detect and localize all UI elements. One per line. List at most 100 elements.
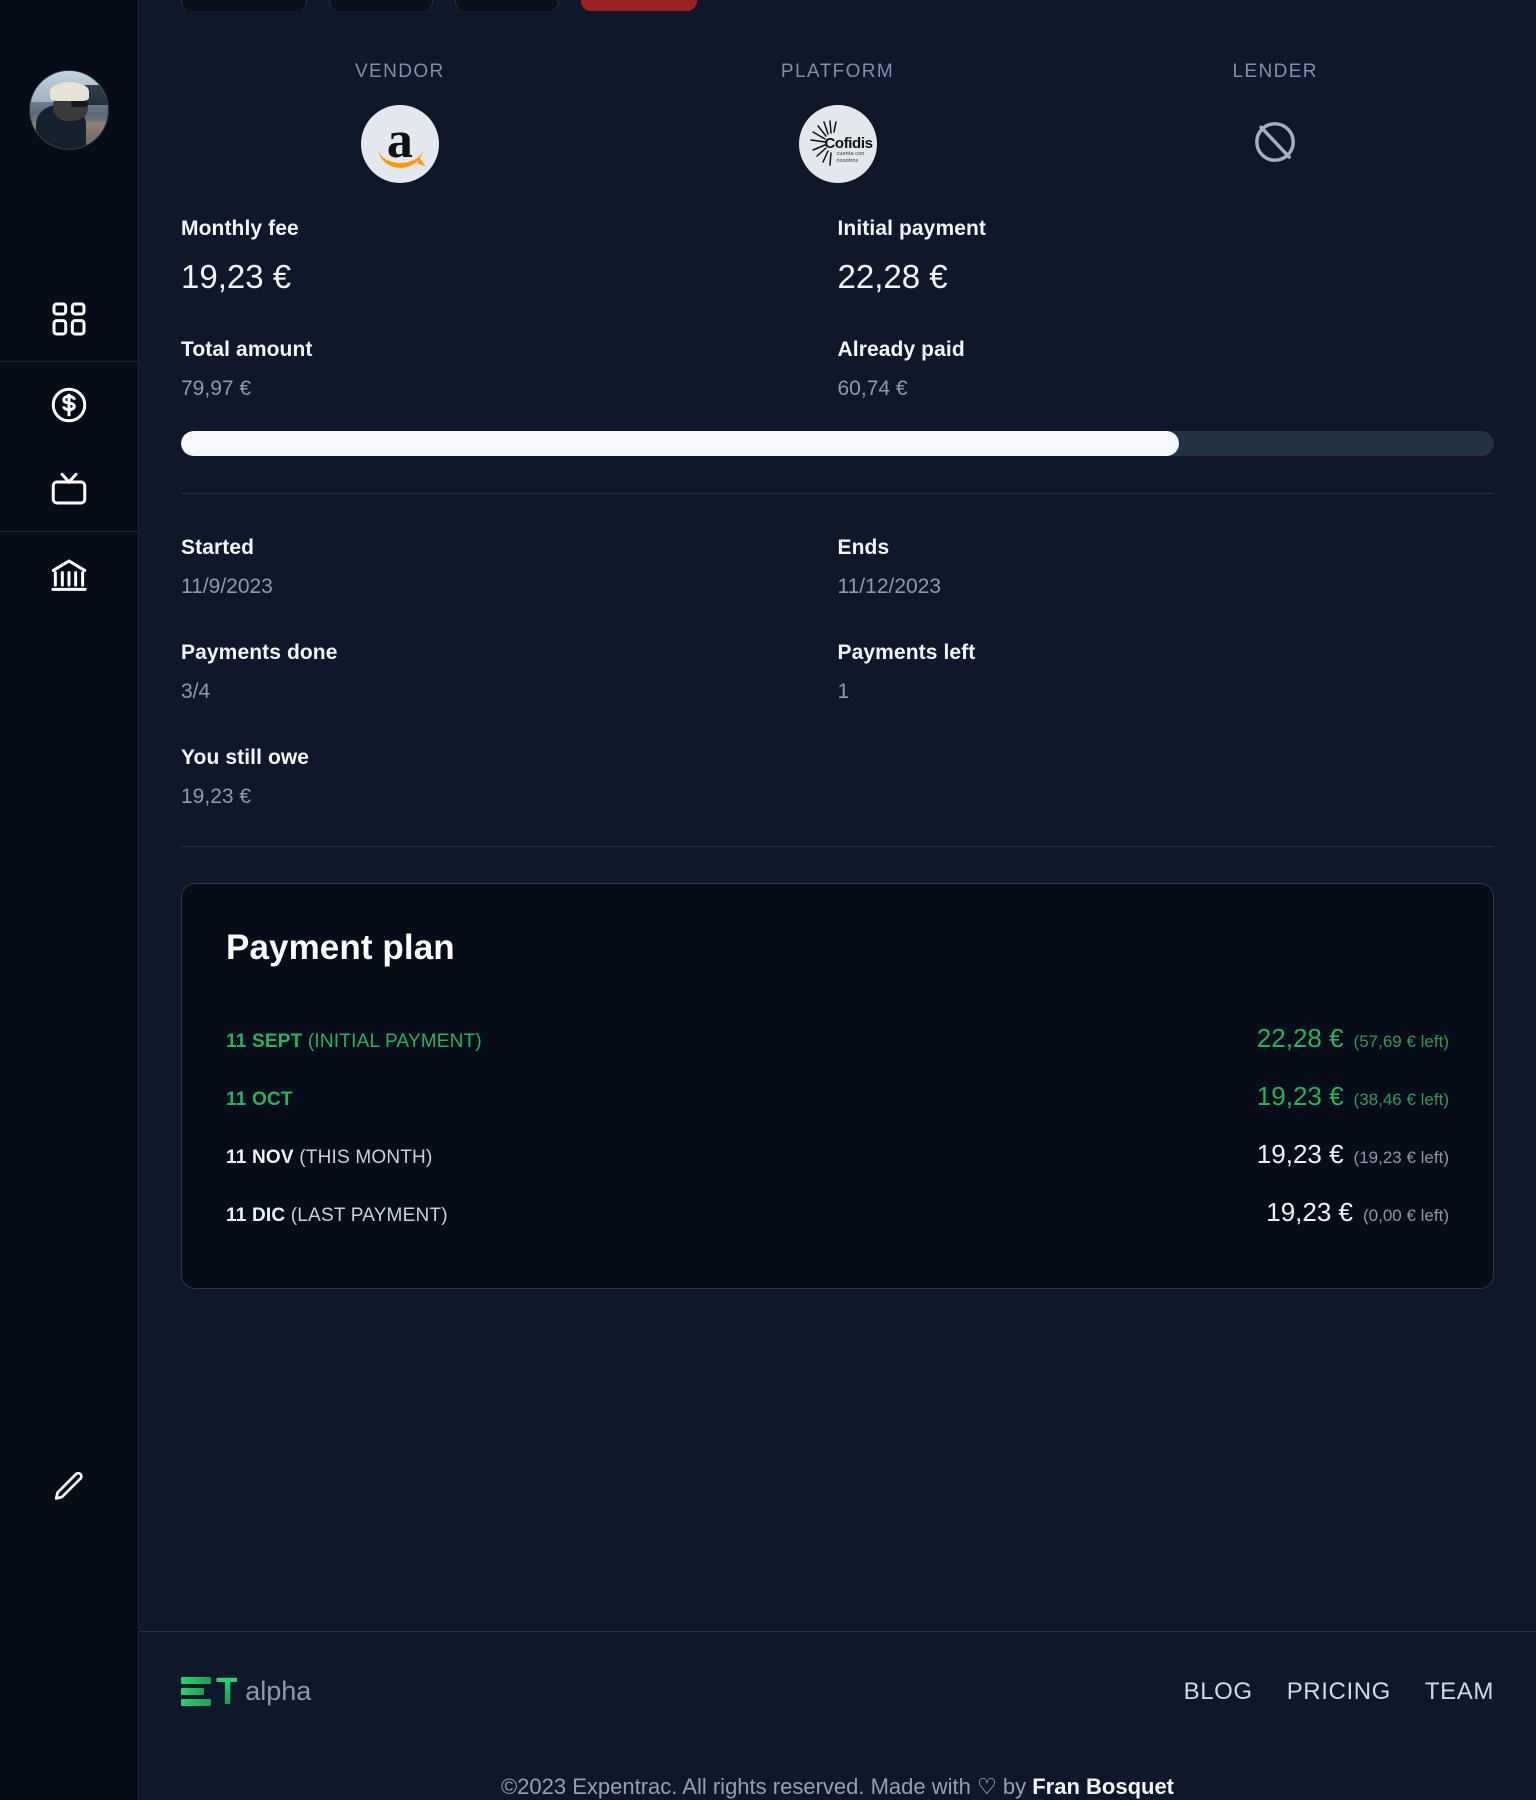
payment-plan-row[interactable]: 11 SEPT (INITIAL PAYMENT) 22,28 € (57,69…: [226, 1010, 1449, 1068]
dollar-circle-icon: [48, 384, 90, 426]
brand-logo[interactable]: T alpha: [181, 1676, 311, 1708]
ends-label: Ends: [838, 536, 1495, 560]
action-button-row: [139, 0, 1536, 11]
initial-payment-block: Initial payment 22,28 €: [838, 217, 1495, 296]
payment-row-note: (LAST PAYMENT): [291, 1205, 448, 1226]
started-block: Started 11/9/2023: [181, 536, 838, 599]
footer-link-team[interactable]: TEAM: [1425, 1678, 1494, 1706]
payment-plan-row[interactable]: 11 NOV (THIS MONTH) 19,23 € (19,23 € lef…: [226, 1126, 1449, 1184]
action-button-3[interactable]: [455, 0, 559, 11]
payment-row-left: (38,46 € left): [1354, 1090, 1449, 1110]
cofidis-tagline: cuenta con nosotros: [837, 151, 877, 166]
brand-t-glyph: T: [216, 1676, 237, 1708]
payment-row-amounts: 19,23 € (38,46 € left): [1257, 1081, 1449, 1112]
author-link[interactable]: Fran Bosquet: [1032, 1774, 1174, 1799]
still-owe-label: You still owe: [181, 746, 838, 770]
avatar[interactable]: [29, 70, 109, 150]
payment-plan-rows: 11 SEPT (INITIAL PAYMENT) 22,28 € (57,69…: [226, 1010, 1449, 1242]
started-label: Started: [181, 536, 838, 560]
payment-progress-fill: [181, 431, 1179, 456]
sidebar-item-finances[interactable]: [0, 362, 138, 447]
platform-label: PLATFORM: [781, 61, 894, 83]
amazon-logo: a: [361, 105, 439, 183]
payment-row-amounts: 19,23 € (19,23 € left): [1257, 1139, 1449, 1170]
heart-icon: ♡: [977, 1774, 997, 1799]
lender-empty: [1236, 105, 1314, 183]
payment-row-left: (0,00 € left): [1363, 1206, 1449, 1226]
sidebar-item-loans[interactable]: [0, 532, 138, 617]
monthly-fee-label: Monthly fee: [181, 217, 838, 241]
amounts-primary: Monthly fee 19,23 € Initial payment 22,2…: [181, 217, 1494, 296]
edit-button[interactable]: [0, 1468, 138, 1511]
payment-row-date: 11 DIC (LAST PAYMENT): [226, 1205, 448, 1227]
payments-left-value: 1: [838, 680, 1495, 704]
avatar-glasses: [71, 101, 88, 107]
payment-row-amount: 19,23 €: [1257, 1139, 1344, 1170]
payments-done-block: Payments done 3/4: [181, 641, 838, 704]
payment-row-amount: 19,23 €: [1266, 1197, 1353, 1228]
sidebar-item-dashboard[interactable]: [0, 277, 138, 362]
payment-plan-row[interactable]: 11 OCT 19,23 € (38,46 € left): [226, 1068, 1449, 1126]
detail-content: VENDOR a PLATFORM: [139, 11, 1536, 1631]
footer-link-blog[interactable]: BLOG: [1184, 1678, 1253, 1706]
payment-plan-row[interactable]: 11 DIC (LAST PAYMENT) 19,23 € (0,00 € le…: [226, 1184, 1449, 1242]
payments-count-row: Payments done 3/4 Payments left 1: [181, 641, 1494, 704]
still-owe-value: 19,23 €: [181, 785, 838, 809]
payment-row-left: (19,23 € left): [1354, 1148, 1449, 1168]
payment-row-amounts: 22,28 € (57,69 € left): [1257, 1023, 1449, 1054]
et-logo-icon: [181, 1677, 211, 1706]
total-amount-block: Total amount 79,97 €: [181, 338, 838, 401]
payment-row-date-text: 11 SEPT: [226, 1031, 302, 1052]
et-bar-bottom: [181, 1699, 211, 1706]
sidebar-item-subscriptions[interactable]: [0, 447, 138, 532]
action-button-1[interactable]: [181, 0, 307, 11]
payments-done-value: 3/4: [181, 680, 838, 704]
payment-plan-title: Payment plan: [226, 928, 1449, 968]
amounts-secondary: Total amount 79,97 € Already paid 60,74 …: [181, 338, 1494, 401]
payment-row-date-text: 11 DIC: [226, 1205, 285, 1226]
app-root: VENDOR a PLATFORM: [0, 0, 1536, 1800]
delete-button[interactable]: [581, 0, 697, 11]
entity-lender: LENDER: [1056, 61, 1494, 183]
footer-link-pricing[interactable]: PRICING: [1287, 1678, 1391, 1706]
cofidis-logo: Cofidis cuenta con nosotros: [799, 105, 877, 183]
copyright-prefix: ©2023 Expentrac. All rights reserved. Ma…: [501, 1774, 971, 1799]
payment-row-note: (INITIAL PAYMENT): [308, 1031, 482, 1052]
copyright-mid: by: [1003, 1774, 1026, 1799]
no-lender-icon: [1249, 116, 1301, 173]
monthly-fee-value: 19,23 €: [181, 258, 838, 296]
already-paid-value: 60,74 €: [838, 377, 1495, 401]
total-amount-value: 79,97 €: [181, 377, 838, 401]
entity-platform: PLATFORM: [619, 61, 1057, 183]
tv-icon: [48, 468, 90, 510]
et-bar-mid: [181, 1688, 204, 1695]
payments-left-label: Payments left: [838, 641, 1495, 665]
already-paid-label: Already paid: [838, 338, 1495, 362]
payment-progress-bar: [181, 431, 1494, 456]
footer-top-row: T alpha BLOG PRICING TEAM: [181, 1676, 1494, 1708]
amazon-smile-icon: [378, 148, 423, 168]
pencil-icon: [50, 1468, 88, 1511]
total-amount-label: Total amount: [181, 338, 838, 362]
divider-after-owe: [181, 846, 1494, 847]
payments-left-block: Payments left 1: [838, 641, 1495, 704]
payment-row-date-text: 11 OCT: [226, 1089, 293, 1110]
initial-payment-label: Initial payment: [838, 217, 1495, 241]
payment-row-date: 11 SEPT (INITIAL PAYMENT): [226, 1031, 482, 1053]
payment-row-left: (57,69 € left): [1354, 1032, 1449, 1052]
footer-links: BLOG PRICING TEAM: [1184, 1678, 1494, 1706]
initial-payment-value: 22,28 €: [838, 258, 1495, 296]
still-owe-spacer: [838, 746, 1495, 809]
started-value: 11/9/2023: [181, 575, 838, 599]
monthly-fee-block: Monthly fee 19,23 €: [181, 217, 838, 296]
payment-row-date: 11 OCT: [226, 1089, 293, 1111]
already-paid-block: Already paid 60,74 €: [838, 338, 1495, 401]
action-button-2[interactable]: [329, 0, 433, 11]
main-content: VENDOR a PLATFORM: [139, 0, 1536, 1800]
divider-after-progress: [181, 493, 1494, 494]
entity-row: VENDOR a PLATFORM: [181, 61, 1494, 183]
vendor-label: VENDOR: [355, 61, 445, 83]
still-owe-block: You still owe 19,23 €: [181, 746, 838, 809]
payment-row-amounts: 19,23 € (0,00 € left): [1266, 1197, 1449, 1228]
ends-value: 11/12/2023: [838, 575, 1495, 599]
